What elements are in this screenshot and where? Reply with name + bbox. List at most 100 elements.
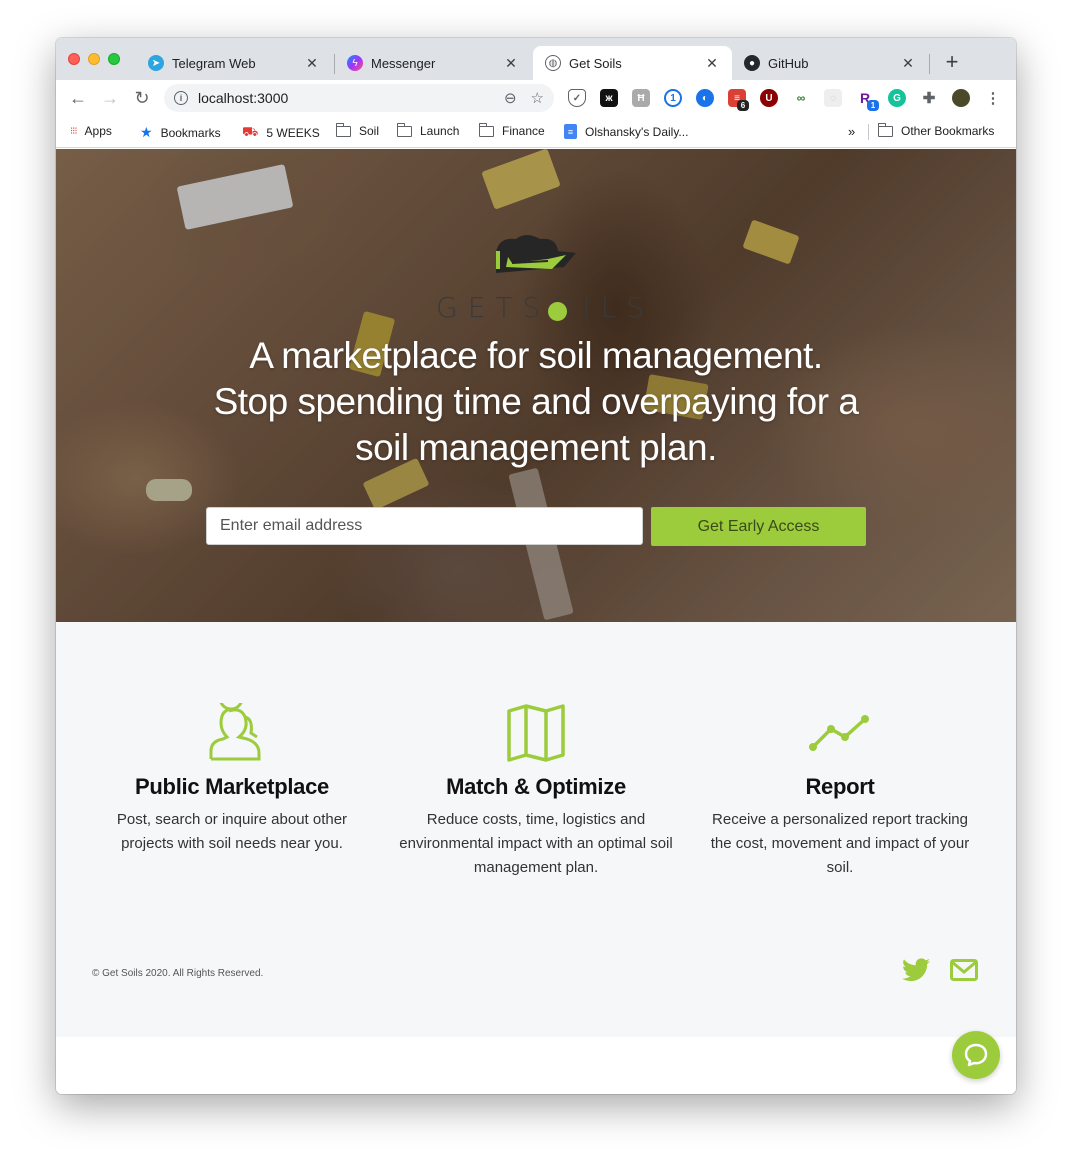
bookmark-5-weeks[interactable]: ⛟ 5 WEEKS: [242, 124, 320, 142]
feature-description: Post, search or inquire about other proj…: [116, 811, 348, 852]
browser-toolbar: ← → ↻ i localhost:3000 ⊖ ☆ ✓ ж Ħ 1 ◐ ≡ 6…: [56, 80, 1016, 116]
extension-icon[interactable]: ◌: [824, 89, 842, 107]
chat-widget-button[interactable]: [952, 1031, 1000, 1079]
tab-separator: [929, 54, 930, 74]
bookmark-olshansky-daily[interactable]: ≡ Olshansky's Daily...: [564, 124, 688, 139]
feature-title: Report: [805, 774, 875, 799]
puzzle-extensions-icon[interactable]: ✚: [920, 89, 938, 107]
bookmarks-bar: ⁝⁝⁝ Apps ★ Bookmarks ⛟ 5 WEEKS Soil Laun…: [56, 116, 1016, 148]
grammarly-icon[interactable]: G: [888, 89, 906, 107]
features-section: Public Marketplace Post, search or inqui…: [56, 622, 1016, 1037]
page-bottom: [56, 1037, 1016, 1094]
forward-arrow-icon[interactable]: →: [98, 86, 122, 110]
twitter-icon[interactable]: [902, 958, 930, 987]
close-icon[interactable]: ✕: [900, 55, 916, 72]
apps-grid-icon: ⁝⁝⁝: [70, 125, 77, 137]
extension-icon[interactable]: Ħ: [632, 89, 650, 107]
feature-description: Reduce costs, time, logistics and enviro…: [399, 811, 673, 876]
extension-icon[interactable]: ◐: [696, 89, 714, 107]
bookmark-label: Olshansky's Daily...: [585, 124, 689, 139]
tab-get-soils[interactable]: ◍ Get Soils ✕: [533, 46, 732, 80]
headline-line: soil management plan.: [355, 427, 717, 468]
close-icon[interactable]: ✕: [704, 55, 720, 72]
bookmark-label: Bookmarks: [160, 125, 221, 140]
close-icon[interactable]: ✕: [304, 55, 320, 72]
info-icon[interactable]: i: [174, 91, 188, 105]
hero-headline: A marketplace for soil management. Stop …: [186, 333, 886, 471]
tab-strip: ➤ Telegram Web ✕ ϟ Messenger ✕ ◍ Get Soi…: [56, 38, 1016, 80]
tab-messenger[interactable]: ϟ Messenger ✕: [335, 46, 531, 80]
feature-title: Match & Optimize: [446, 774, 626, 799]
get-early-access-button[interactable]: Get Early Access: [651, 507, 866, 546]
feature-match-optimize: Match & Optimize Reduce costs, time, log…: [396, 702, 676, 880]
reader-badge: 1: [867, 100, 879, 111]
feature-report: Report Receive a personalized report tra…: [700, 702, 980, 880]
folder-icon: [335, 122, 351, 137]
headline-line: Stop spending time and overpaying for a: [213, 381, 859, 422]
bookmark-bookmarks[interactable]: ★ Bookmarks: [140, 124, 221, 141]
avatar[interactable]: [952, 89, 970, 107]
pocket-icon[interactable]: ✓: [568, 89, 586, 107]
url-text: localhost:3000: [198, 90, 289, 106]
zoom-icon[interactable]: ⊖: [504, 89, 517, 107]
tab-title: GitHub: [768, 55, 809, 71]
globe-icon: ◍: [545, 55, 561, 71]
getsoils-logo: GETSOILS: [436, 233, 654, 324]
bookmark-other-bookmarks[interactable]: Other Bookmarks: [877, 122, 995, 138]
hero-section: GETSOILS A marketplace for soil manageme…: [56, 149, 1016, 622]
minimize-window-button[interactable]: [88, 53, 100, 65]
tab-title: Telegram Web: [172, 55, 256, 71]
folder-icon: [877, 122, 893, 137]
star-icon: ★: [140, 124, 153, 140]
extension-icon[interactable]: ж: [600, 89, 618, 107]
tab-title: Messenger: [371, 55, 436, 71]
close-window-button[interactable]: [68, 53, 80, 65]
1password-icon[interactable]: 1: [664, 89, 682, 107]
maximize-window-button[interactable]: [108, 53, 120, 65]
trend-line-icon: [700, 702, 980, 764]
github-icon: ●: [744, 55, 760, 71]
extension-icon[interactable]: ∞: [792, 89, 810, 107]
bookmark-label: Soil: [359, 124, 380, 138]
tab-telegram[interactable]: ➤ Telegram Web ✕: [136, 46, 332, 80]
doc-icon: ≡: [564, 124, 577, 139]
bookmark-label: Launch: [420, 124, 460, 138]
logo-text: GETSOILS: [436, 291, 654, 324]
bookmark-label: Finance: [502, 124, 545, 138]
back-arrow-icon[interactable]: ←: [66, 86, 90, 110]
map-icon: [396, 702, 676, 764]
bookmark-apps[interactable]: ⁝⁝⁝ Apps: [70, 124, 112, 138]
address-bar[interactable]: i localhost:3000 ⊖ ☆: [164, 84, 554, 112]
star-bookmark-icon[interactable]: ☆: [531, 89, 544, 107]
headline-line: A marketplace for soil management.: [249, 335, 823, 376]
feature-description: Receive a personalized report tracking t…: [710, 811, 970, 876]
kebab-menu-icon[interactable]: ⋮: [984, 89, 1002, 107]
feature-public-marketplace: Public Marketplace Post, search or inqui…: [92, 702, 372, 856]
bookmark-folder-finance[interactable]: Finance: [478, 122, 545, 138]
reload-icon[interactable]: ↻: [130, 86, 154, 110]
5weeks-icon: ⛟: [242, 124, 259, 139]
bookmark-label: Apps: [84, 124, 112, 138]
todoist-badge: 6: [737, 100, 749, 111]
copyright-text: © Get Soils 2020. All Rights Reserved.: [92, 968, 264, 979]
bookmark-folder-soil[interactable]: Soil: [335, 122, 380, 138]
feature-title: Public Marketplace: [135, 774, 329, 799]
email-input[interactable]: Enter email address: [206, 507, 643, 545]
folder-icon: [396, 122, 412, 137]
logo-mark-icon: [496, 235, 576, 273]
mail-icon[interactable]: [950, 958, 978, 987]
bookmark-label: Other Bookmarks: [901, 124, 995, 138]
bookmark-folder-launch[interactable]: Launch: [396, 122, 460, 138]
telegram-icon: ➤: [148, 55, 164, 71]
logo-dot: [548, 302, 567, 321]
tab-github[interactable]: ● GitHub ✕: [732, 46, 928, 80]
close-icon[interactable]: ✕: [503, 55, 519, 72]
chat-bubble-icon: [964, 1043, 988, 1067]
ublock-icon[interactable]: U: [760, 89, 778, 107]
tab-title: Get Soils: [569, 55, 622, 71]
messenger-icon: ϟ: [347, 55, 363, 71]
bookmark-divider: [868, 124, 869, 140]
new-tab-button[interactable]: +: [940, 50, 964, 74]
bookmarks-overflow-chevron-icon[interactable]: »: [848, 124, 855, 139]
bookmark-label: 5 WEEKS: [266, 126, 320, 140]
